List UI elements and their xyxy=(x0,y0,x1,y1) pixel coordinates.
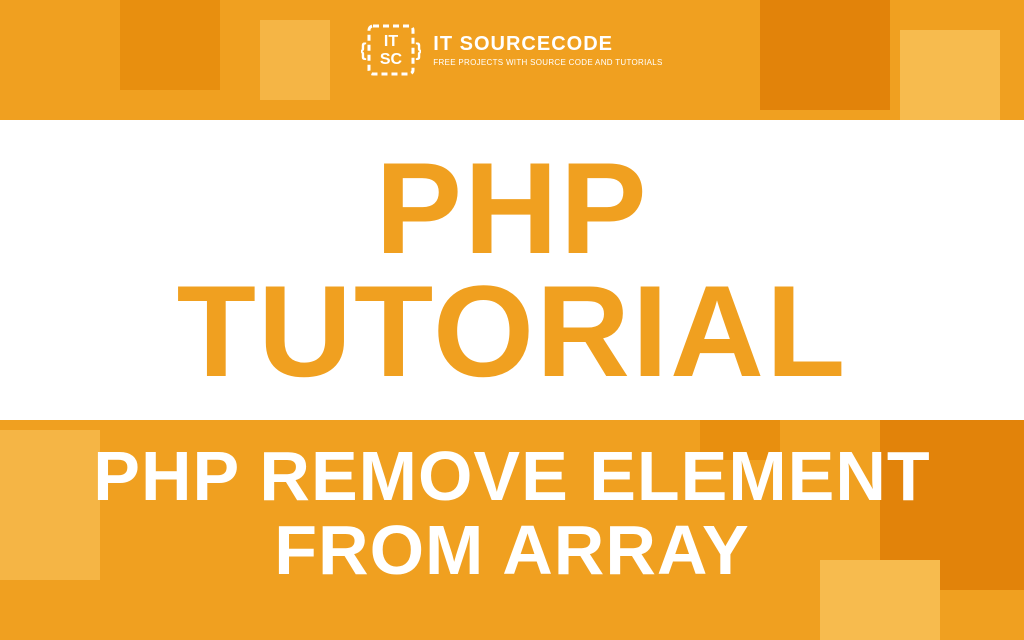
subtitle-line1: PHP REMOVE ELEMENT xyxy=(30,440,994,514)
subtitle-band: PHP REMOVE ELEMENT FROM ARRAY xyxy=(0,440,1024,587)
main-title-band: PHP TUTORIAL xyxy=(0,120,1024,420)
main-title-line1: PHP xyxy=(375,147,648,271)
svg-text:{: { xyxy=(361,40,367,60)
svg-text:}: } xyxy=(416,40,422,60)
main-title-line2: TUTORIAL xyxy=(177,270,848,394)
subtitle-line2: FROM ARRAY xyxy=(30,514,994,588)
logo-monogram-bottom: SC xyxy=(380,51,403,68)
logo-title: IT SOURCECODE xyxy=(433,33,662,56)
logo-text: IT SOURCECODE FREE PROJECTS WITH SOURCE … xyxy=(433,33,662,67)
logo-monogram-top: IT xyxy=(384,33,398,50)
logo-icon: IT SC { } xyxy=(361,20,421,80)
site-logo: IT SC { } IT SOURCECODE FREE PROJECTS WI… xyxy=(0,20,1024,80)
logo-tagline: FREE PROJECTS WITH SOURCE CODE AND TUTOR… xyxy=(433,58,662,67)
